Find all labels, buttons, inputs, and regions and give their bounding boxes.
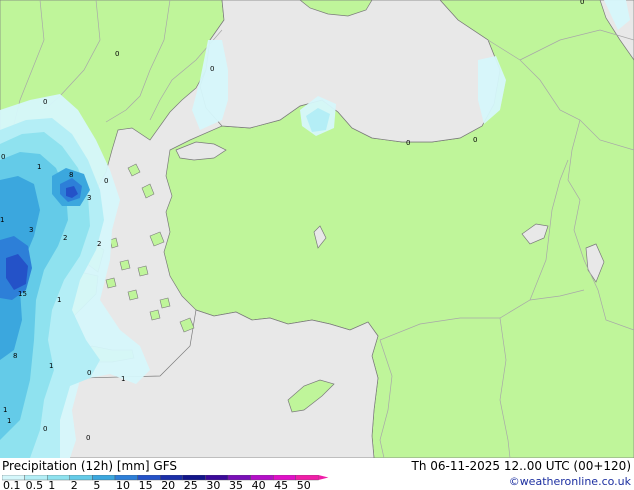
colorbar-label: 35	[229, 479, 243, 490]
colorbar-arrow	[318, 475, 329, 480]
colorbar-label: 10	[116, 479, 130, 490]
colorbar-label: 0.1	[3, 479, 21, 490]
value-label: 0	[43, 425, 47, 433]
value-label: 0	[210, 65, 214, 73]
value-label: 15	[18, 290, 27, 298]
value-label: 0	[580, 0, 584, 6]
value-label: 3	[29, 226, 33, 234]
value-label: 0	[104, 177, 108, 185]
value-label: 8	[13, 352, 17, 360]
credit-link[interactable]: ©weatheronline.co.uk	[509, 475, 631, 488]
colorbar-label: 40	[252, 479, 266, 490]
colorbar-label: 1	[48, 479, 55, 490]
colorbar-label: 0.5	[26, 479, 43, 490]
precipitation-map: 0 0 0 0 0 0 1 8 0 1 3 2 2 15 1 8 1 0 1 1…	[0, 0, 634, 458]
value-label: 0	[43, 98, 47, 106]
value-label: 1	[7, 417, 11, 425]
value-label: 0	[115, 50, 119, 58]
value-label: 1	[49, 362, 53, 370]
value-label: 1	[121, 375, 125, 383]
colorbar-label: 25	[184, 479, 198, 490]
forecast-datetime: Th 06-11-2025 12..00 UTC (00+120)	[411, 459, 631, 473]
value-label: 3	[87, 194, 91, 202]
value-label: 0	[473, 136, 477, 144]
colorbar-label: 2	[71, 479, 78, 490]
value-label: 2	[97, 240, 101, 248]
value-label: 8	[69, 171, 73, 179]
colorbar-label: 50	[297, 479, 311, 490]
colorbar-label: 5	[93, 479, 100, 490]
colorbar-label: 15	[139, 479, 153, 490]
value-label: 0	[87, 369, 91, 377]
colorbar-legend: 0.1 0.5 1 2 5 10 15 20 25 30 35 40 45 50	[2, 475, 329, 490]
value-label: 0	[406, 139, 410, 147]
value-label: 1	[3, 406, 7, 414]
value-label: 1	[0, 216, 4, 224]
value-label: 0	[86, 434, 90, 442]
map-title: Precipitation (12h) [mm] GFS	[2, 459, 178, 473]
black-sea	[199, 0, 501, 143]
colorbar-label: 45	[274, 479, 288, 490]
value-label: 1	[57, 296, 61, 304]
colorbar-label: 20	[161, 479, 175, 490]
value-label: 1	[37, 163, 41, 171]
colorbar-label: 30	[206, 479, 220, 490]
value-label: 0	[1, 153, 5, 161]
legend-footer: Precipitation (12h) [mm] GFS Th 06-11-20…	[0, 458, 634, 490]
value-label: 2	[63, 234, 67, 242]
